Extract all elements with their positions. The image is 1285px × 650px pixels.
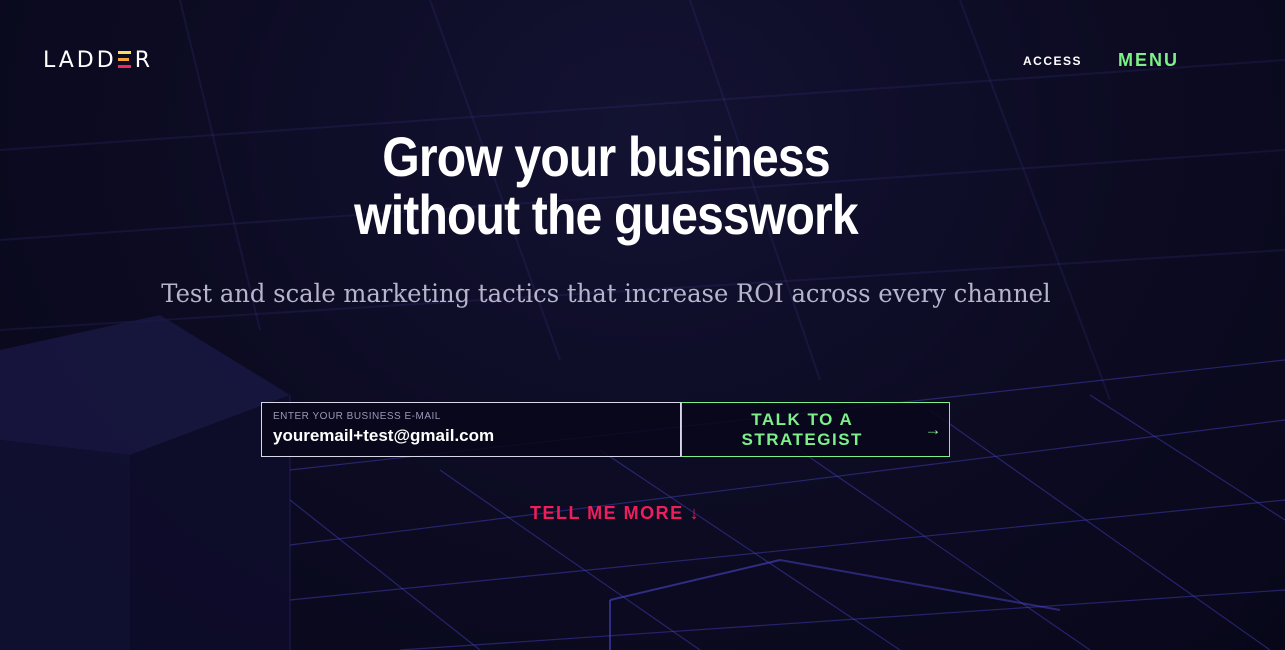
tell-me-more-link[interactable]: TELL ME MORE ↓ (530, 503, 700, 524)
cta-label: TALK TO A STRATEGIST (741, 409, 863, 449)
talk-to-strategist-button[interactable]: TALK TO A STRATEGIST → (681, 402, 950, 457)
signup-form: ENTER YOUR BUSINESS E-MAIL TALK TO A STR… (261, 402, 950, 457)
nav-menu-button[interactable]: MENU (1118, 50, 1179, 71)
nav-access-link[interactable]: ACCESS (1023, 54, 1082, 68)
logo-e-bars-icon (117, 50, 132, 68)
email-input[interactable] (273, 426, 663, 446)
email-field-label: ENTER YOUR BUSINESS E-MAIL (273, 411, 441, 422)
background-grid (0, 0, 1285, 650)
arrow-down-icon: ↓ (689, 503, 701, 523)
logo-text-end: R (134, 48, 153, 73)
ladder-logo[interactable]: LADD R (43, 48, 153, 74)
tell-me-more-label: TELL ME MORE (530, 503, 684, 523)
headline-line-1: Grow your business (382, 125, 830, 188)
logo-text-start: LADD (43, 48, 117, 73)
hero-headline: Grow your business without the guesswork (85, 128, 1127, 244)
landing-page: LADD R ACCESS MENU Grow your business wit… (0, 0, 1285, 650)
arrow-right-icon: → (924, 419, 943, 439)
hero-subheadline: Test and scale marketing tactics that in… (161, 279, 1051, 308)
headline-line-2: without the guesswork (354, 183, 859, 246)
email-field[interactable]: ENTER YOUR BUSINESS E-MAIL (261, 402, 681, 457)
